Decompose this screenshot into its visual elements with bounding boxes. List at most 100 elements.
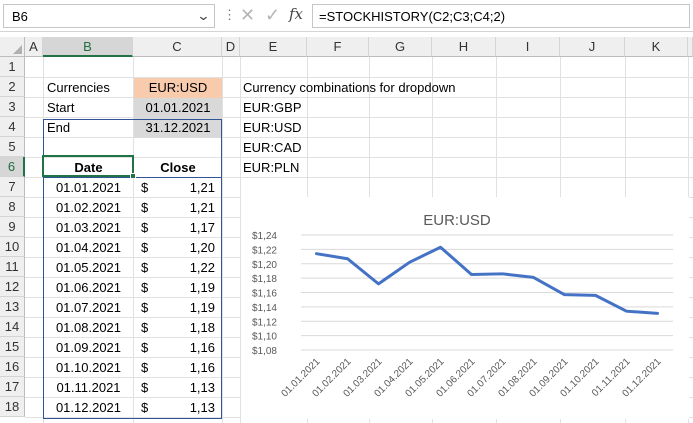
table-cell-close[interactable]: 1,19: [160, 278, 215, 298]
y-tick-label: $1,14: [252, 303, 277, 314]
row-header-4[interactable]: 4: [0, 117, 25, 137]
row-header-8[interactable]: 8: [0, 197, 25, 217]
table-cell-date[interactable]: 01.10.2021: [44, 358, 133, 378]
table-cell-close[interactable]: 1,16: [160, 358, 215, 378]
row-header-6[interactable]: 6: [0, 157, 25, 177]
y-tick-label: $1,20: [252, 260, 277, 271]
row-header-1[interactable]: 1: [0, 57, 25, 77]
dropdown-list-title[interactable]: Currency combinations for dropdown: [243, 78, 503, 98]
currencies-label[interactable]: Currencies: [47, 78, 131, 98]
table-cell-date[interactable]: 01.11.2021: [44, 378, 133, 398]
table-cell-date[interactable]: 01.09.2021: [44, 338, 133, 358]
row-header-9[interactable]: 9: [0, 217, 25, 237]
dropdown-item[interactable]: EUR:PLN: [243, 158, 305, 178]
table-cell-close[interactable]: 1,20: [160, 238, 215, 258]
table-cell-date[interactable]: 01.06.2021: [44, 278, 133, 298]
series-line: [315, 245, 659, 315]
row-header-11[interactable]: 11: [0, 257, 25, 277]
table-cell-date[interactable]: 01.04.2021: [44, 238, 133, 258]
table-cell-currency-symbol: $: [141, 280, 149, 295]
row-header-18[interactable]: 18: [0, 397, 25, 417]
column-header-d[interactable]: D: [222, 37, 240, 57]
name-box[interactable]: B6 ⌄: [3, 4, 215, 28]
column-header-c[interactable]: C: [133, 37, 222, 57]
table-cell-currency-symbol: $: [141, 200, 149, 215]
row-header-13[interactable]: 13: [0, 297, 25, 317]
line-chart[interactable]: EUR:USD $1,08 $1,10 $1,12 $1,14 $1,16 $1,18 $1,…: [241, 197, 689, 419]
formula-text[interactable]: =STOCKHISTORY(C2;C3;C4;2): [319, 9, 505, 24]
row-header-17[interactable]: 17: [0, 377, 25, 397]
row-header-10[interactable]: 10: [0, 237, 25, 257]
table-cell-date[interactable]: 01.01.2021: [44, 178, 133, 198]
table-cell-date[interactable]: 01.12.2021: [44, 398, 133, 418]
formula-bar: B6 ⌄ ⋮ ✕ ✓ fx =STOCKHISTORY(C2;C3;C4;2): [0, 0, 693, 32]
table-cell-close[interactable]: 1,21: [160, 198, 215, 218]
table-cell-date[interactable]: 01.05.2021: [44, 258, 133, 278]
y-tick-label: $1,16: [252, 289, 277, 300]
table-cell-currency-symbol: $: [141, 220, 149, 235]
cancel-icon[interactable]: ✕: [240, 5, 258, 25]
column-header-j[interactable]: J: [560, 37, 625, 57]
row-header-2[interactable]: 2: [0, 77, 25, 97]
table-cell-currency-symbol: $: [141, 300, 149, 315]
column-header-b[interactable]: B: [43, 37, 133, 57]
table-cell-close[interactable]: 1,17: [160, 218, 215, 238]
table-cell-date[interactable]: 01.03.2021: [44, 218, 133, 238]
column-header-f[interactable]: F: [307, 37, 369, 57]
end-label[interactable]: End: [47, 118, 131, 138]
table-cell-currency-symbol: $: [141, 380, 149, 395]
column-header-a[interactable]: A: [25, 37, 43, 57]
column-header-h[interactable]: H: [432, 37, 496, 57]
select-all-icon[interactable]: [13, 45, 22, 54]
row-header-14[interactable]: 14: [0, 317, 25, 337]
table-cell-close[interactable]: 1,13: [160, 398, 215, 418]
fill-handle[interactable]: [130, 173, 136, 179]
dropdown-item[interactable]: EUR:CAD: [243, 138, 305, 158]
table-header-date[interactable]: Date: [44, 158, 133, 178]
table-cell-close[interactable]: 1,16: [160, 338, 215, 358]
table-cell-close[interactable]: 1,21: [160, 178, 215, 198]
enter-icon[interactable]: ✓: [265, 5, 283, 25]
column-header-e[interactable]: E: [240, 37, 307, 57]
row-header-16[interactable]: 16: [0, 357, 25, 377]
start-date-cell[interactable]: 01.01.2021: [134, 98, 222, 118]
table-cell-close[interactable]: 1,18: [160, 318, 215, 338]
name-box-value[interactable]: B6: [12, 9, 28, 24]
table-header-close[interactable]: Close: [134, 158, 222, 178]
table-cell-date[interactable]: 01.08.2021: [44, 318, 133, 338]
table-cell-date[interactable]: 01.07.2021: [44, 298, 133, 318]
currencies-value-cell[interactable]: EUR:USD: [134, 78, 222, 98]
table-cell-currency-symbol: $: [141, 320, 149, 335]
column-header-g[interactable]: G: [369, 37, 432, 57]
row-header-5[interactable]: 5: [0, 137, 25, 157]
y-tick-label: $1,08: [252, 346, 277, 357]
table-cell-date[interactable]: 01.02.2021: [44, 198, 133, 218]
row-header-12[interactable]: 12: [0, 277, 25, 297]
table-cell-close[interactable]: 1,19: [160, 298, 215, 318]
table-cell-currency-symbol: $: [141, 340, 149, 355]
column-header-k[interactable]: K: [625, 37, 688, 57]
y-tick-label: $1,24: [252, 231, 277, 242]
dropdown-item[interactable]: EUR:USD: [243, 118, 305, 138]
select-all-corner[interactable]: [0, 37, 25, 57]
table-cell-currency-symbol: $: [141, 180, 149, 195]
table-cell-currency-symbol: $: [141, 240, 149, 255]
dropdown-item[interactable]: EUR:GBP: [243, 98, 305, 118]
start-label[interactable]: Start: [47, 98, 131, 118]
more-options-icon[interactable]: ⋮: [223, 8, 236, 21]
chart-title: EUR:USD: [423, 212, 491, 229]
column-header-i[interactable]: I: [496, 37, 560, 57]
row-header-3[interactable]: 3: [0, 97, 25, 117]
table-cell-currency-symbol: $: [141, 260, 149, 275]
column-header-l[interactable]: [688, 37, 693, 57]
formula-input[interactable]: =STOCKHISTORY(C2;C3;C4;2): [312, 4, 690, 28]
insert-function-icon[interactable]: fx: [289, 5, 303, 23]
row-header-7[interactable]: 7: [0, 177, 25, 197]
table-cell-close[interactable]: 1,13: [160, 378, 215, 398]
chevron-down-icon[interactable]: ⌄: [196, 8, 210, 24]
table-cell-close[interactable]: 1,22: [160, 258, 215, 278]
end-date-cell[interactable]: 31.12.2021: [134, 118, 222, 138]
gridline: [222, 57, 223, 423]
table-cell-currency-symbol: $: [141, 400, 149, 415]
row-header-15[interactable]: 15: [0, 337, 25, 357]
